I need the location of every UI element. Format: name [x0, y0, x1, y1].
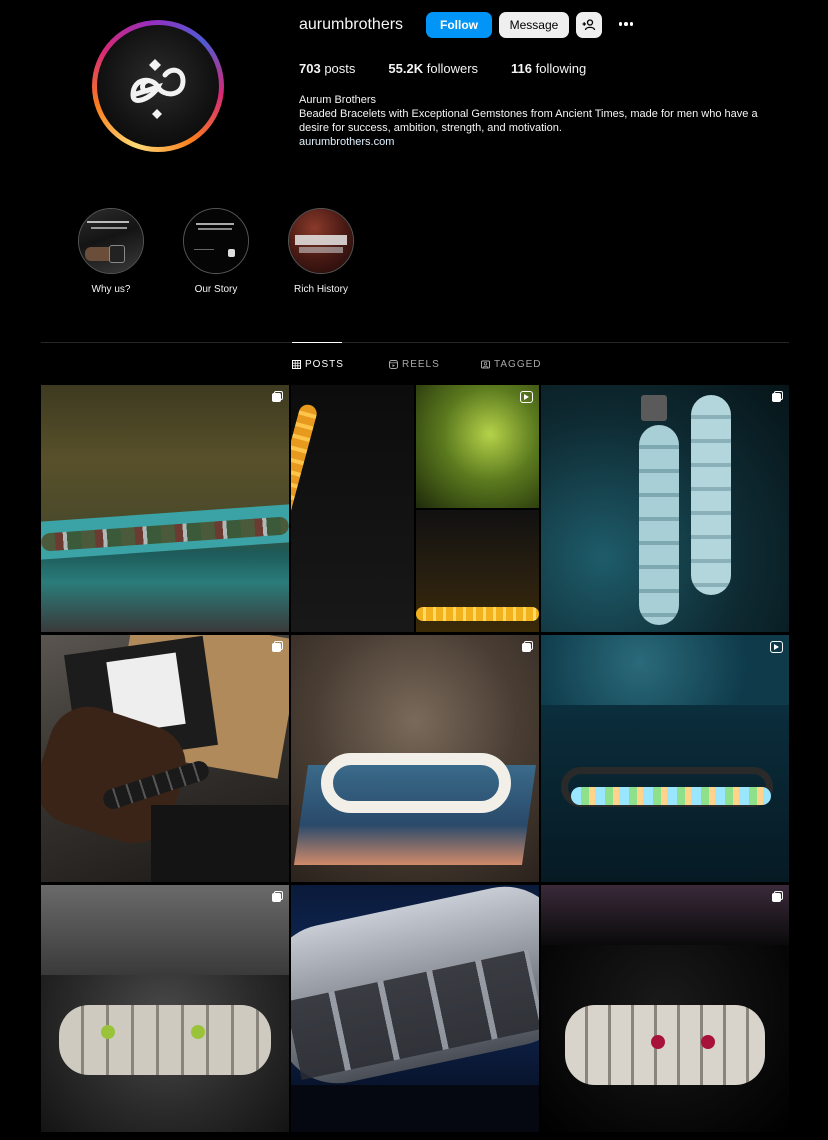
followers-count[interactable]: 55.2K followers — [388, 61, 478, 76]
reel-icon — [770, 641, 783, 653]
highlight-label: Rich History — [294, 284, 348, 295]
add-user-icon — [582, 19, 596, 31]
post-thumbnail[interactable] — [541, 885, 789, 1132]
profile-bio: Aurum Brothers Beaded Bracelets with Exc… — [299, 93, 789, 149]
bio-link[interactable]: aurumbrothers.com — [299, 136, 394, 148]
post-thumbnail[interactable] — [541, 635, 789, 882]
tab-reels[interactable]: REELS — [389, 359, 440, 370]
active-tab-indicator — [292, 342, 342, 343]
tab-label: REELS — [402, 359, 440, 370]
avatar-logo — [97, 25, 219, 147]
multi-post-icon — [272, 391, 283, 402]
reels-icon — [389, 360, 398, 369]
multi-post-icon — [272, 641, 283, 652]
following-count[interactable]: 116 following — [511, 61, 586, 76]
tab-posts[interactable]: POSTS — [292, 359, 344, 370]
highlight-why-us[interactable]: Why us? — [71, 208, 151, 295]
post-thumbnail[interactable] — [41, 635, 289, 882]
profile-full-name: Aurum Brothers — [299, 94, 377, 106]
highlight-cover — [78, 208, 144, 274]
post-thumbnail[interactable] — [291, 885, 539, 1132]
brand-logo-icon — [130, 59, 186, 119]
suggest-user-button[interactable] — [576, 12, 602, 38]
tagged-icon — [481, 360, 490, 369]
highlight-cover — [183, 208, 249, 274]
reel-icon — [520, 391, 533, 403]
post-thumbnail[interactable] — [291, 635, 539, 882]
highlight-label: Why us? — [91, 284, 131, 295]
tab-tagged[interactable]: TAGGED — [481, 359, 541, 370]
multi-post-icon — [772, 391, 783, 402]
posts-count[interactable]: 703 posts — [299, 61, 355, 76]
profile-avatar[interactable] — [92, 20, 224, 152]
bio-text: Beaded Bracelets with Exceptional Gemsto… — [299, 108, 758, 134]
post-thumbnail[interactable] — [41, 385, 289, 632]
post-thumbnail[interactable] — [541, 385, 789, 632]
profile-username: aurumbrothers — [299, 16, 404, 33]
tab-label: TAGGED — [494, 359, 542, 370]
post-thumbnail[interactable] — [41, 885, 289, 1132]
multi-post-icon — [522, 641, 533, 652]
more-options-icon[interactable] — [616, 14, 636, 34]
message-button[interactable]: Message — [499, 12, 569, 38]
highlight-our-story[interactable]: Our Story — [176, 208, 256, 295]
highlight-cover — [288, 208, 354, 274]
multi-post-icon — [772, 891, 783, 902]
follow-button[interactable]: Follow — [426, 12, 492, 38]
highlight-rich-history[interactable]: Rich History — [281, 208, 361, 295]
grid-icon — [292, 360, 301, 369]
tabs-divider — [41, 342, 789, 343]
post-thumbnail[interactable] — [291, 385, 539, 632]
highlight-label: Our Story — [194, 284, 238, 295]
tab-label: POSTS — [305, 359, 344, 370]
profile-stats: 703 posts 55.2K followers 116 following — [299, 61, 619, 76]
multi-post-icon — [272, 891, 283, 902]
